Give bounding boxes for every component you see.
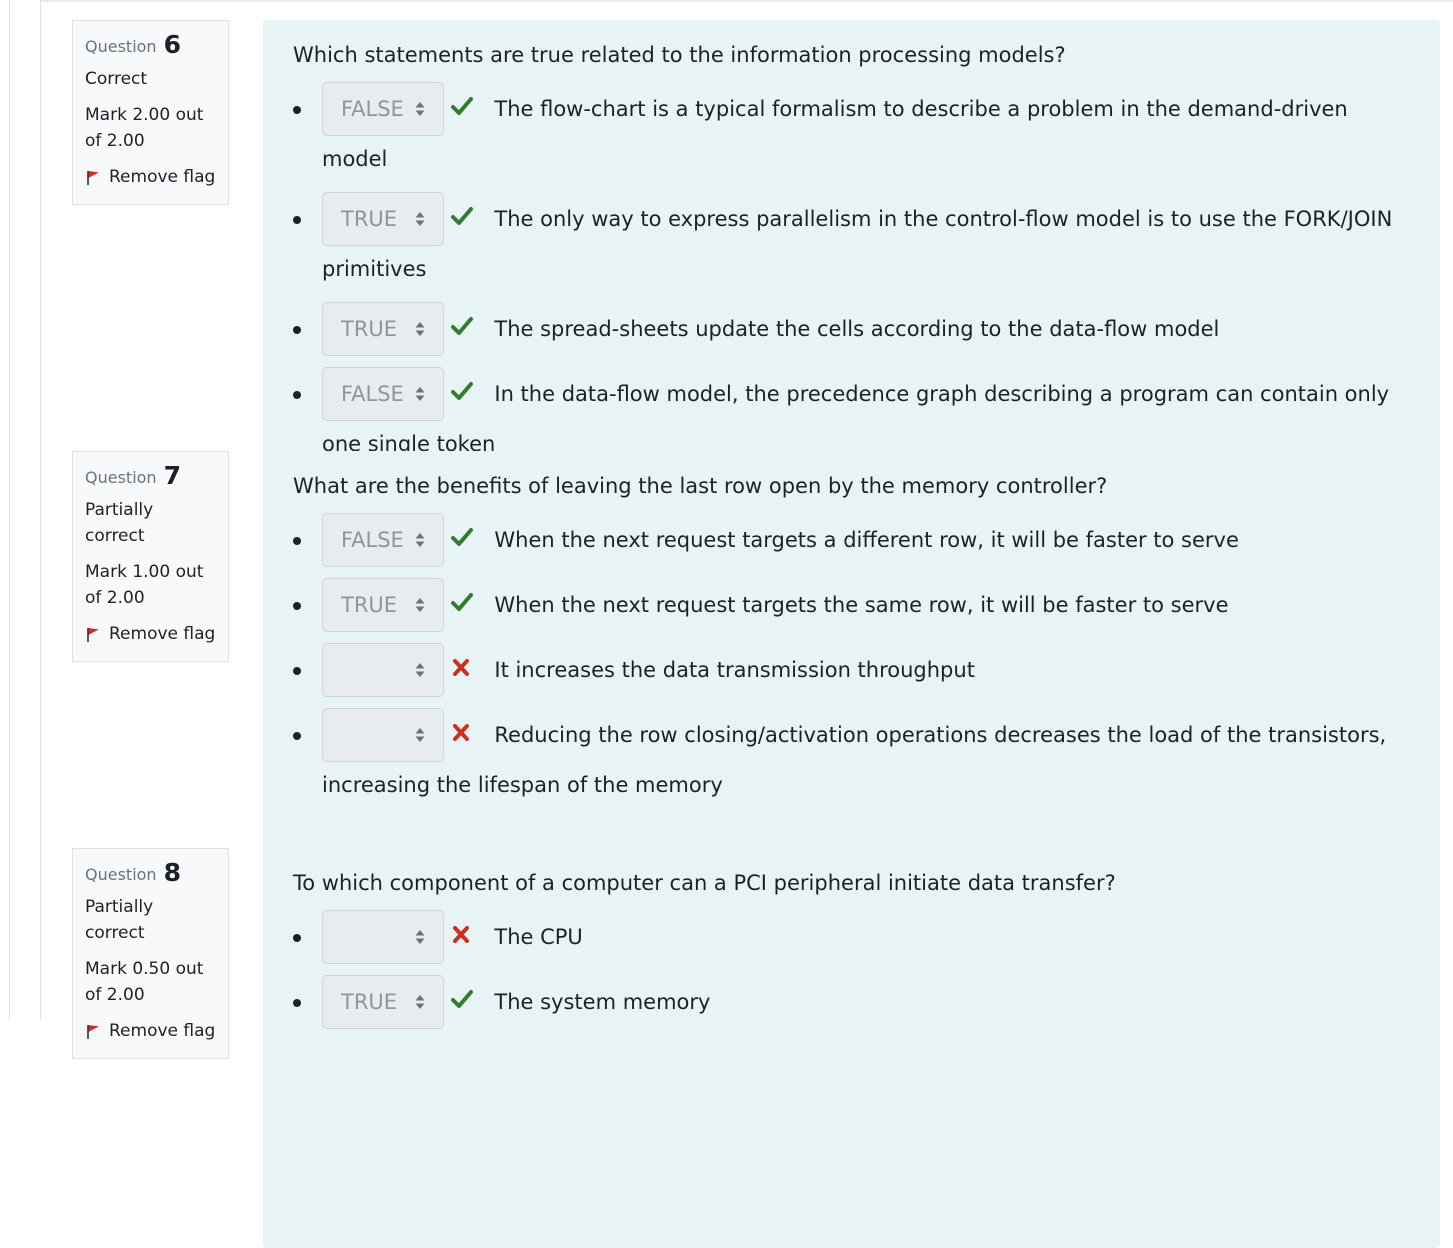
question-text: To which component of a computer can a P… xyxy=(293,871,1116,895)
cross-icon xyxy=(452,724,469,741)
answer-text: It increases the data transmission throu… xyxy=(494,658,975,682)
question-grade: Mark 2.00 out of 2.00 xyxy=(85,105,204,151)
answer-text: The only way to express parallelism in t… xyxy=(322,207,1393,281)
answer-text: Reducing the row closing/activation oper… xyxy=(322,723,1387,797)
answer-text: The CPU xyxy=(494,925,583,949)
answer-select-value: TRUE xyxy=(341,317,398,341)
check-icon xyxy=(450,593,473,611)
drawer-border xyxy=(40,0,41,1020)
answer-select[interactable] xyxy=(322,708,444,762)
answer-select[interactable]: FALSE xyxy=(322,367,444,421)
answer-select-value: TRUE xyxy=(341,990,398,1014)
select-arrows-icon xyxy=(415,728,425,742)
question-content: What are the benefits of leaving the las… xyxy=(263,451,1440,858)
question-state: Partially correct xyxy=(85,500,154,546)
select-arrows-icon xyxy=(415,322,425,336)
check-icon xyxy=(450,207,473,225)
question-number: 8 xyxy=(163,858,182,887)
remove-flag-link[interactable]: Remove flag xyxy=(85,621,216,647)
answer-select[interactable]: TRUE xyxy=(322,975,444,1029)
check-icon xyxy=(450,97,473,115)
question-info: Question 7 Partially correct Mark 1.00 o… xyxy=(72,451,229,662)
top-divider xyxy=(40,0,1453,2)
answer-select-value: FALSE xyxy=(341,97,404,121)
answer-select[interactable]: TRUE xyxy=(322,192,444,246)
answer-item: TRUE When the next request targets the s… xyxy=(293,578,1410,632)
select-arrows-icon xyxy=(415,212,425,226)
answer-list: The CPU TRUE The system memory xyxy=(293,910,1410,1029)
flag-icon xyxy=(87,627,99,642)
remove-flag-label: Remove flag xyxy=(109,624,216,644)
answer-text: The system memory xyxy=(494,990,711,1014)
question-content: Which statements are true related to the… xyxy=(263,20,1440,517)
remove-flag-link[interactable]: Remove flag xyxy=(85,1018,216,1044)
answer-text: When the next request targets a differen… xyxy=(494,528,1239,552)
flag-icon xyxy=(87,170,99,185)
answer-item: TRUE The only way to express parallelism… xyxy=(293,192,1410,291)
answer-item: FALSE When the next request targets a di… xyxy=(293,513,1410,567)
cross-icon xyxy=(452,926,469,943)
answer-text: The spread-sheets update the cells accor… xyxy=(494,317,1220,341)
question-content: To which component of a computer can a P… xyxy=(263,848,1440,1248)
select-arrows-icon xyxy=(415,387,425,401)
remove-flag-label: Remove flag xyxy=(109,167,216,187)
answer-select[interactable]: TRUE xyxy=(322,302,444,356)
answer-item: TRUE The spread-sheets update the cells … xyxy=(293,302,1410,356)
select-arrows-icon xyxy=(415,663,425,677)
question-state: Partially correct xyxy=(85,897,154,943)
check-icon xyxy=(450,317,473,335)
check-icon xyxy=(450,990,473,1008)
answer-select-value: TRUE xyxy=(341,207,398,231)
answer-select-value: TRUE xyxy=(341,593,398,617)
question-text: Which statements are true related to the… xyxy=(293,43,1066,67)
answer-item: The CPU xyxy=(293,910,1410,964)
cross-icon xyxy=(452,659,469,676)
select-arrows-icon xyxy=(415,102,425,116)
answer-select-value: FALSE xyxy=(341,528,404,552)
answer-item: It increases the data transmission throu… xyxy=(293,643,1410,697)
check-icon xyxy=(450,382,473,400)
select-arrows-icon xyxy=(415,533,425,547)
select-arrows-icon xyxy=(415,598,425,612)
answer-select[interactable] xyxy=(322,643,444,697)
answer-text: When the next request targets the same r… xyxy=(494,593,1229,617)
question-number: 7 xyxy=(163,461,182,490)
flag-icon xyxy=(87,1024,99,1039)
question-grade: Mark 1.00 out of 2.00 xyxy=(85,562,204,608)
question-info: Question 6 Correct Mark 2.00 out of 2.00… xyxy=(72,20,229,205)
answer-list: FALSE When the next request targets a di… xyxy=(293,513,1410,807)
answer-text: In the data-flow model, the precedence g… xyxy=(322,382,1390,456)
select-arrows-icon xyxy=(415,930,425,944)
question-info: Question 8 Partially correct Mark 0.50 o… xyxy=(72,848,229,1059)
question-number: 6 xyxy=(163,30,182,59)
answer-select-value: FALSE xyxy=(341,382,404,406)
question-grade: Mark 0.50 out of 2.00 xyxy=(85,959,204,1005)
answer-list: FALSE The flow-chart is a typical formal… xyxy=(293,82,1410,466)
remove-flag-label: Remove flag xyxy=(109,1021,216,1041)
answer-select[interactable]: FALSE xyxy=(322,82,444,136)
question-label: Question xyxy=(85,865,157,884)
answer-select[interactable]: TRUE xyxy=(322,578,444,632)
question-text: What are the benefits of leaving the las… xyxy=(293,474,1108,498)
answer-item: Reducing the row closing/activation oper… xyxy=(293,708,1410,807)
answer-item: TRUE The system memory xyxy=(293,975,1410,1029)
question-label: Question xyxy=(85,468,157,487)
select-arrows-icon xyxy=(415,995,425,1009)
left-border xyxy=(9,0,10,1020)
question-label: Question xyxy=(85,37,157,56)
remove-flag-link[interactable]: Remove flag xyxy=(85,164,216,190)
answer-select[interactable] xyxy=(322,910,444,964)
answer-select[interactable]: FALSE xyxy=(322,513,444,567)
question-state: Correct xyxy=(85,69,148,89)
check-icon xyxy=(450,528,473,546)
answer-item: FALSE The flow-chart is a typical formal… xyxy=(293,82,1410,181)
